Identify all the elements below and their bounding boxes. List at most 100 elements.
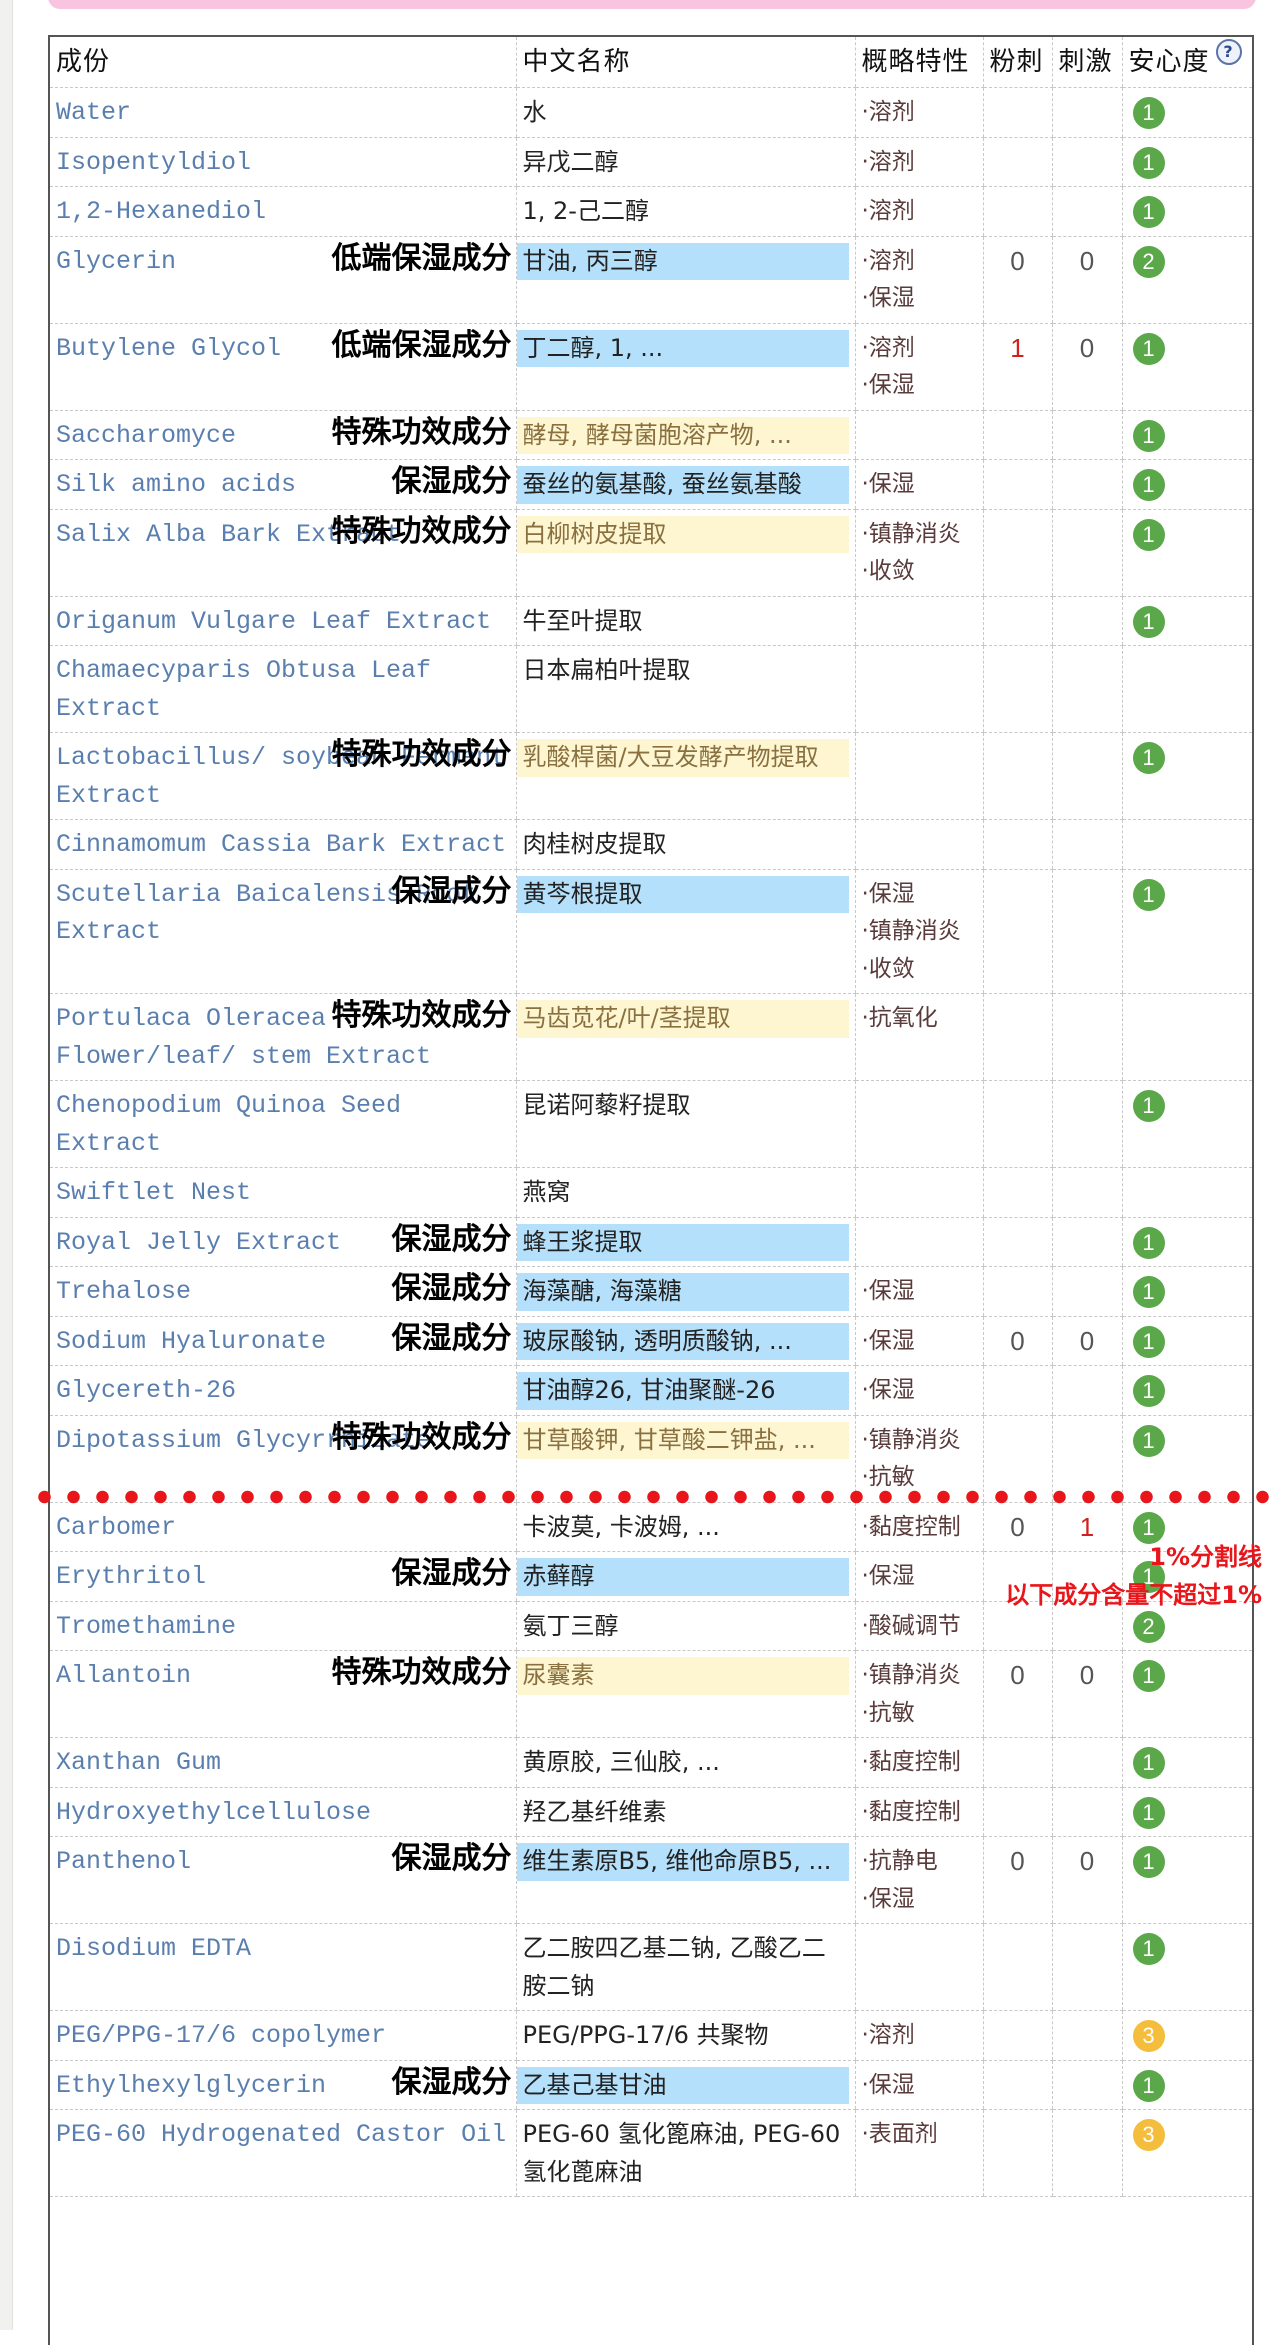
ingredient-link[interactable]: Glycereth-26 <box>56 1376 236 1405</box>
property-cell: ·溶剂 <box>854 137 983 187</box>
ingredient-link[interactable]: Chenopodium Quinoa Seed Extract <box>56 1091 401 1158</box>
safety-badge[interactable]: 1 <box>1132 332 1165 365</box>
ingredient-cell: 1,2-Hexanediol <box>50 186 516 237</box>
ingredient-link[interactable]: Royal Jelly Extract <box>56 1228 341 1257</box>
acne-score <box>982 2010 1052 2061</box>
humectant-highlight: 丁二醇, 1, ... <box>516 329 849 367</box>
safety-badge[interactable]: 1 <box>1132 1424 1165 1457</box>
safety-cell: 1 <box>1121 732 1252 820</box>
safety-cell: 1 <box>1121 1650 1252 1738</box>
safety-cell: 1 <box>1121 1217 1252 1267</box>
irritation-score <box>1051 1167 1122 1218</box>
safety-badge[interactable]: 3 <box>1132 2020 1165 2052</box>
ingredient-link[interactable]: Chamaecyparis Obtusa Leaf Extract <box>56 656 431 723</box>
ingredient-link[interactable]: Isopentyldiol <box>56 148 251 177</box>
safety-cell: 1 <box>1121 137 1252 187</box>
ingredient-cell: Butylene Glycol 低端保湿成分 <box>50 323 516 411</box>
ingredient-row: Saccharomyce 特殊功效成分 酵母, 酵母菌胞溶产物, ... 1 <box>50 410 1252 460</box>
property-item: ·保湿 <box>861 285 915 311</box>
ingredient-link[interactable]: Erythritol <box>56 1562 206 1591</box>
safety-badge[interactable]: 3 <box>1132 2119 1165 2151</box>
safety-cell: 1 <box>1121 2060 1252 2110</box>
chinese-name-cell: 蚕丝的氨基酸, 蚕丝氨基酸 <box>515 459 855 510</box>
humectant-highlight: 维生素原B5, 维他命原B5, ... <box>516 1843 849 1881</box>
irritation-score <box>1051 1217 1122 1267</box>
category-tag: 保湿成分 <box>391 1320 512 1356</box>
safety-badge[interactable]: 1 <box>1132 1325 1165 1358</box>
property-item: ·镇静消炎 <box>861 1662 961 1688</box>
safety-badge[interactable]: 1 <box>1132 1747 1165 1779</box>
irritation-score <box>1051 819 1122 870</box>
ingredient-link[interactable]: Saccharomyce <box>56 421 236 450</box>
safety-cell: 1 <box>1121 1836 1252 1924</box>
safety-badge[interactable]: 1 <box>1132 2069 1165 2102</box>
ingredient-link[interactable]: Hydroxyethylcellulose <box>56 1798 371 1827</box>
safety-badge[interactable]: 1 <box>1132 1796 1165 1829</box>
irritation-score <box>1051 410 1122 460</box>
ingredient-link[interactable]: Carbomer <box>56 1513 176 1542</box>
safety-cell: 1 <box>1121 459 1252 510</box>
header-safety: 安心度? <box>1121 37 1252 88</box>
chinese-name: PEG-60 氢化篦麻油, PEG-60氢化蓖麻油 <box>522 2120 841 2186</box>
ingredient-row: Panthenol 保湿成分 维生素原B5, 维他命原B5, ... ·抗静电 ·保湿 0… <box>50 1836 1252 1924</box>
ingredient-link[interactable]: Butylene Glycol <box>56 334 281 363</box>
safety-badge[interactable]: 1 <box>1132 1090 1165 1122</box>
safety-badge[interactable]: 1 <box>1132 605 1165 638</box>
acne-score: 0 <box>982 1650 1052 1738</box>
ingredient-link[interactable]: Disodium EDTA <box>56 1934 251 1963</box>
safety-badge[interactable]: 1 <box>1132 518 1165 551</box>
property-cell <box>854 1167 983 1218</box>
ingredient-link[interactable]: Water <box>56 98 131 127</box>
safety-badge[interactable]: 1 <box>1132 742 1165 774</box>
safety-badge[interactable]: 1 <box>1132 469 1165 501</box>
help-icon[interactable]: ? <box>1215 39 1242 65</box>
chinese-name-cell: 乙二胺四乙基二钠, 乙酸乙二胺二钠 <box>515 1923 855 2011</box>
ingredient-link[interactable]: Origanum Vulgare Leaf Extract <box>56 607 491 636</box>
safety-badge[interactable]: 2 <box>1132 1610 1165 1643</box>
category-tag: 保湿成分 <box>391 2064 512 2100</box>
safety-badge[interactable]: 1 <box>1132 196 1165 228</box>
irritation-score <box>1051 2010 1122 2061</box>
safety-badge[interactable]: 1 <box>1132 1276 1165 1308</box>
safety-badge[interactable]: 1 <box>1132 146 1165 179</box>
safety-badge[interactable]: 1 <box>1132 419 1165 452</box>
ingredient-link[interactable]: PEG-60 Hydrogenated Castor Oil <box>56 2120 506 2149</box>
ingredient-link[interactable]: 1,2-Hexanediol <box>56 197 266 226</box>
ingredient-link[interactable]: Sodium Hyaluronate <box>56 1327 326 1356</box>
safety-badge[interactable]: 1 <box>1132 1375 1165 1407</box>
safety-badge[interactable]: 1 <box>1132 1226 1165 1259</box>
safety-badge[interactable]: 2 <box>1132 245 1165 278</box>
category-tag: 保湿成分 <box>391 464 512 499</box>
category-tag: 特殊功效成分 <box>331 1655 512 1690</box>
ingredient-link[interactable]: Panthenol <box>56 1847 191 1876</box>
special-effect-highlight: 乳酸桿菌/大豆发酵产物提取 <box>516 739 849 777</box>
safety-cell: 2 <box>1121 236 1252 324</box>
safety-cell: 3 <box>1121 2010 1252 2061</box>
property-item: ·溶剂 <box>861 247 915 274</box>
safety-cell: 1 <box>1121 1415 1252 1503</box>
ingredient-link[interactable]: Tromethamine <box>56 1612 236 1641</box>
ingredient-link[interactable]: PEG/PPG-17/6 copolymer <box>56 2021 386 2050</box>
safety-badge[interactable]: 1 <box>1132 1933 1165 1965</box>
ingredient-row: Portulaca Oleracea Flower/leaf/ stem Ext… <box>50 993 1252 1081</box>
property-cell: ·溶剂 <box>854 87 983 138</box>
ingredient-link[interactable]: Silk amino acids <box>56 470 296 499</box>
irritation-score <box>1051 1266 1122 1317</box>
ingredient-link[interactable]: Cinnamomum Cassia Bark Extract <box>56 830 506 859</box>
ingredient-link[interactable]: Xanthan Gum <box>56 1748 221 1777</box>
safety-badge[interactable]: 1 <box>1132 1846 1165 1878</box>
property-item: ·表面剂 <box>861 2121 938 2147</box>
safety-badge[interactable]: 1 <box>1132 878 1165 911</box>
ingredient-link[interactable]: Trehalose <box>56 1277 191 1306</box>
ingredient-link[interactable]: Swiftlet Nest <box>56 1178 251 1207</box>
ingredient-row: Water 水 ·溶剂 1 <box>50 87 1252 138</box>
irritation-score <box>1051 645 1122 733</box>
ingredient-link[interactable]: Ethylhexylglycerin <box>56 2071 326 2100</box>
ingredient-link[interactable]: Allantoin <box>56 1661 191 1690</box>
acne-score: 0 <box>982 1316 1052 1366</box>
chinese-name-cell: 玻尿酸钠, 透明质酸钠, ... <box>515 1316 855 1366</box>
property-item: ·溶剂 <box>861 334 915 361</box>
ingredient-link[interactable]: Glycerin <box>56 247 176 276</box>
safety-badge[interactable]: 1 <box>1132 97 1165 129</box>
safety-badge[interactable]: 1 <box>1132 1660 1165 1692</box>
